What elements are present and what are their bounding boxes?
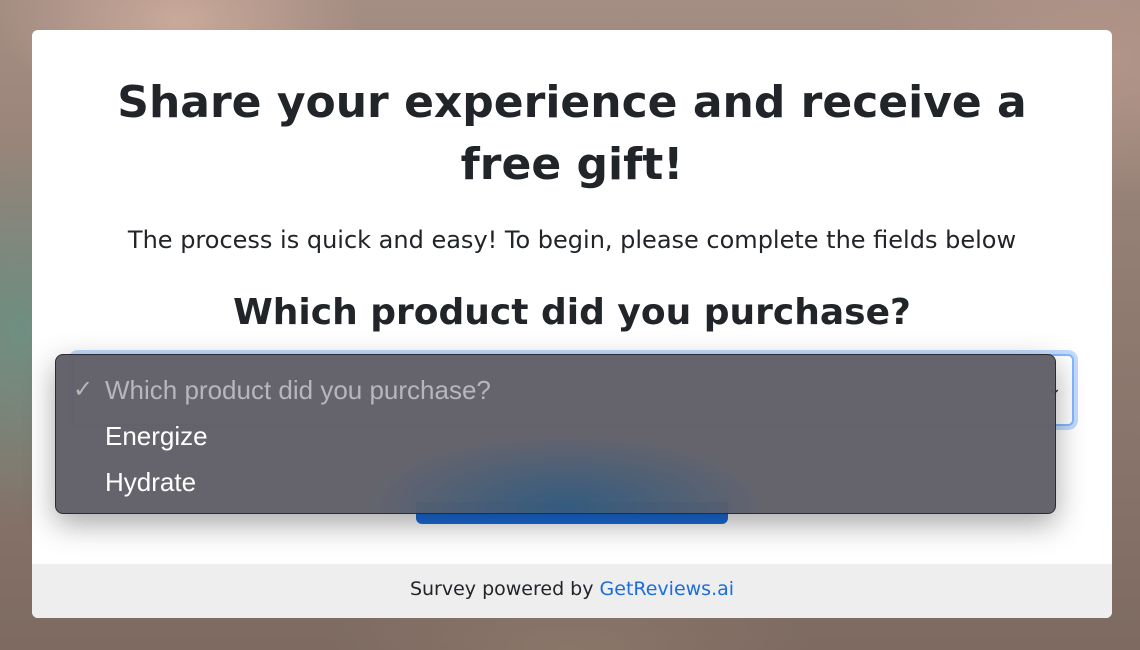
option-label: Energize (105, 421, 208, 451)
getreviews-link[interactable]: GetReviews.ai (600, 578, 735, 600)
survey-modal: Share your experience and receive a free… (32, 30, 1112, 618)
footer: Survey powered by GetReviews.ai (32, 564, 1112, 618)
option-energize[interactable]: Energize (56, 413, 1055, 459)
question-heading: Which product did you purchase? (233, 292, 911, 333)
option-hydrate[interactable]: Hydrate (56, 459, 1055, 505)
modal-title: Share your experience and receive a free… (117, 77, 1027, 190)
option-label: Hydrate (105, 467, 197, 497)
footer-text: Survey powered by (409, 578, 594, 600)
option-label: Which product did you purchase? (105, 375, 491, 405)
checkmark-icon: ✓ (73, 376, 94, 403)
modal-subtitle: The process is quick and easy! To begin,… (127, 226, 1017, 254)
product-select-dropdown: ✓ Which product did you purchase? Energi… (55, 354, 1056, 514)
option-placeholder[interactable]: ✓ Which product did you purchase? (56, 367, 1055, 413)
